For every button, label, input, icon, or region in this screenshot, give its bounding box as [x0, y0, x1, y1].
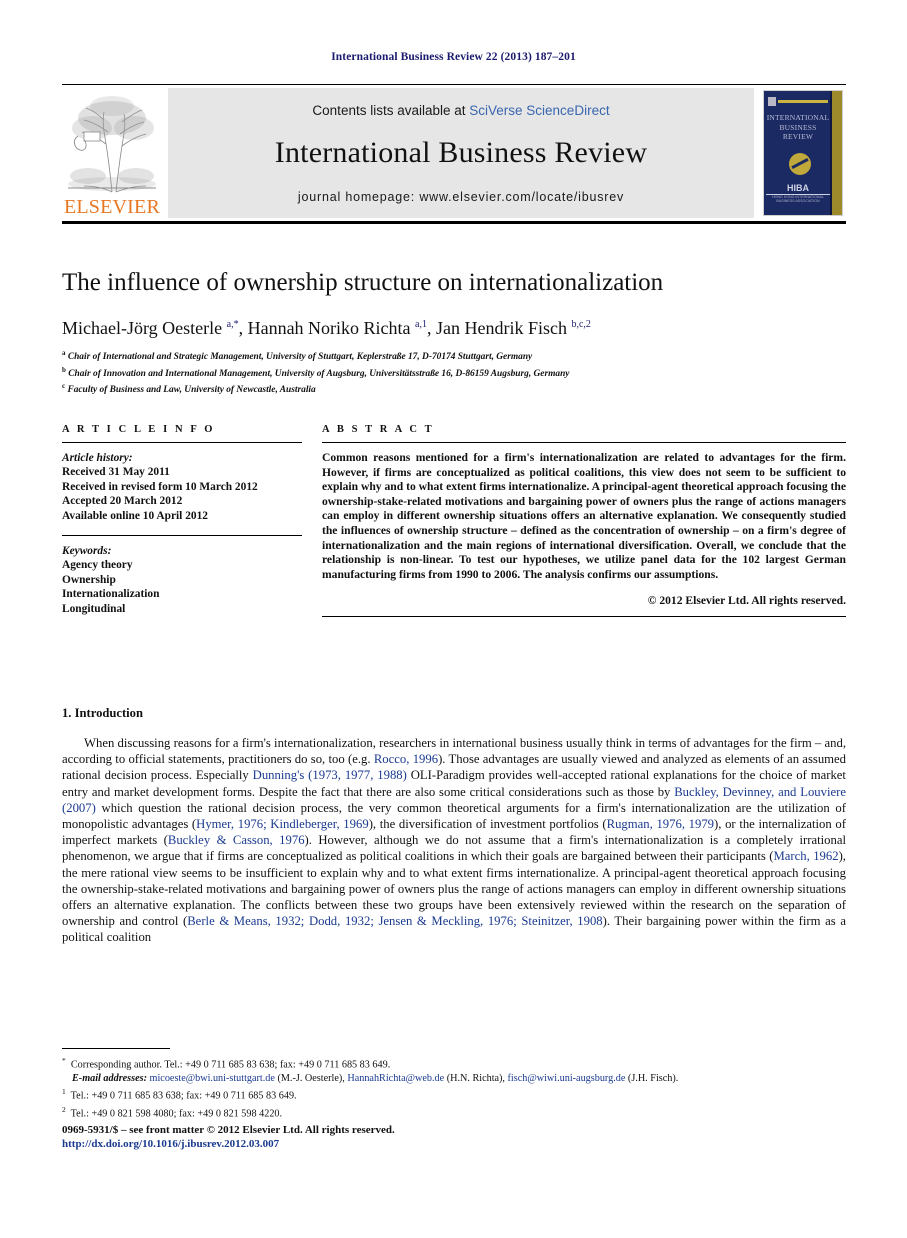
history-online: Available online 10 April 2012 — [62, 509, 208, 522]
elsevier-tree-icon — [64, 92, 160, 196]
cover-society-subtitle: HONG KONG INTERNATIONAL BUSINESS ASSOCIA… — [772, 195, 824, 203]
cover-top-bar — [778, 100, 828, 103]
info-abstract-area: A R T I C L E I N F O Article history: R… — [62, 424, 846, 618]
affiliation-text-c: Faculty of Business and Law, University … — [67, 385, 316, 396]
journal-masthead: ELSEVIER Contents lists available at Sci… — [62, 84, 846, 224]
page-title: The influence of ownership structure on … — [62, 269, 664, 296]
affiliation-marker-c: c — [62, 382, 66, 391]
section-title: Introduction — [74, 706, 143, 720]
footnote-1: 1 Tel.: +49 0 711 685 83 638; fax: +49 0… — [62, 1087, 297, 1102]
masthead-top-rule — [62, 84, 846, 85]
elsevier-wordmark: ELSEVIER — [63, 196, 161, 218]
abstract-column: A B S T R A C T Common reasons mentioned… — [322, 424, 846, 618]
cover-globe-icon — [789, 153, 811, 175]
affiliation-c: c Faculty of Business and Law, Universit… — [62, 380, 846, 397]
keyword-item: Longitudinal — [62, 602, 126, 615]
elsevier-logo: ELSEVIER — [62, 88, 162, 218]
article-history-label: Article history: — [62, 452, 133, 464]
article-info-rule — [62, 442, 302, 443]
article-history: Article history: Received 31 May 2011 Re… — [62, 451, 302, 523]
abstract-end-rule — [322, 616, 846, 618]
abstract-heading: A B S T R A C T — [322, 424, 435, 435]
cover-title-line3: REVIEW — [782, 132, 814, 141]
affiliation-marker-b: b — [62, 365, 66, 374]
cover-spine-shadow — [830, 91, 832, 215]
cover-spine — [832, 91, 842, 215]
abstract-text: Common reasons mentioned for a firm's in… — [322, 451, 846, 581]
journal-cover-thumbnail: INTERNATIONAL BUSINESS REVIEW HIBA HONG … — [760, 88, 846, 218]
keywords-label: Keywords: — [62, 545, 112, 558]
contents-available-line: Contents lists available at SciVerse Sci… — [312, 103, 609, 118]
issn-front-matter: 0969-5931/$ – see front matter © 2012 El… — [62, 1124, 395, 1136]
keyword-item: Ownership — [62, 573, 116, 586]
contents-prefix: Contents lists available at — [312, 102, 470, 118]
cover-title: INTERNATIONAL BUSINESS REVIEW — [766, 113, 830, 142]
article-info-column: A R T I C L E I N F O Article history: R… — [62, 424, 302, 617]
affiliation-b: b Chair of Innovation and International … — [62, 364, 846, 381]
footnote-email-addresses: E-mail addresses: micoeste@bwi.uni-stutt… — [72, 1072, 679, 1084]
masthead-row: ELSEVIER Contents lists available at Sci… — [62, 88, 846, 218]
keywords-block: Keywords: Agency theory Ownership Intern… — [62, 544, 302, 616]
history-accepted: Accepted 20 March 2012 — [62, 495, 183, 508]
title-block: The influence of ownership structure on … — [62, 268, 846, 397]
cover-title-line1: INTERNATIONAL — [766, 113, 830, 122]
affiliation-text-a: Chair of International and Strategic Man… — [67, 352, 533, 363]
abstract-rule — [322, 442, 846, 443]
cover-title-line2: BUSINESS — [779, 122, 817, 132]
footnotes-block: * Corresponding author. Tel.: +49 0 711 … — [62, 1048, 679, 1121]
sciencedirect-link[interactable]: SciVerse ScienceDirect — [469, 103, 609, 118]
doi-link[interactable]: http://dx.doi.org/10.1016/j.ibusrev.2012… — [62, 1138, 846, 1150]
cover-artwork: INTERNATIONAL BUSINESS REVIEW HIBA HONG … — [763, 90, 843, 216]
keywords-rule — [62, 535, 302, 537]
cover-corner-glyph-icon — [768, 97, 776, 106]
masthead-bottom-rule — [62, 221, 846, 224]
page-footer: 0969-5931/$ – see front matter © 2012 El… — [62, 1124, 846, 1150]
footnote-separator — [62, 1048, 170, 1049]
keyword-item: Agency theory — [62, 559, 133, 572]
footnote-2: 2 Tel.: +49 0 821 598 4080; fax: +49 0 8… — [62, 1105, 283, 1120]
abstract-copyright: © 2012 Elsevier Ltd. All rights reserved… — [647, 594, 846, 608]
footnote-corresponding-author: * Corresponding author. Tel.: +49 0 711 … — [62, 1056, 391, 1071]
article-info-heading: A R T I C L E I N F O — [62, 424, 216, 435]
history-received: Received 31 May 2011 — [62, 466, 170, 479]
journal-article-page: International Business Review 22 (2013) … — [0, 0, 907, 1238]
affiliation-a: a Chair of International and Strategic M… — [62, 347, 846, 364]
intro-paragraph: When discussing reasons for a firm's int… — [62, 736, 847, 945]
history-revised: Received in revised form 10 March 2012 — [62, 480, 258, 493]
journal-title: International Business Review — [274, 135, 648, 169]
running-head: International Business Review 22 (2013) … — [331, 51, 576, 63]
section-number: 1. — [62, 706, 72, 720]
journal-band: Contents lists available at SciVerse Sci… — [168, 88, 754, 218]
affiliation-text-b: Chair of Innovation and International Ma… — [68, 368, 570, 379]
body-area: 1. Introduction When discussing reasons … — [62, 706, 846, 946]
author-list: Michael-Jörg Oesterle a,*, Hannah Noriko… — [62, 318, 591, 338]
journal-homepage[interactable]: journal homepage: www.elsevier.com/locat… — [298, 190, 624, 204]
affiliation-list: a Chair of International and Strategic M… — [62, 347, 846, 397]
affiliation-marker-a: a — [62, 349, 66, 357]
keyword-item: Internationalization — [62, 588, 160, 601]
section-heading-introduction: 1. Introduction — [62, 706, 846, 721]
cover-society-logo: HIBA — [766, 183, 830, 195]
